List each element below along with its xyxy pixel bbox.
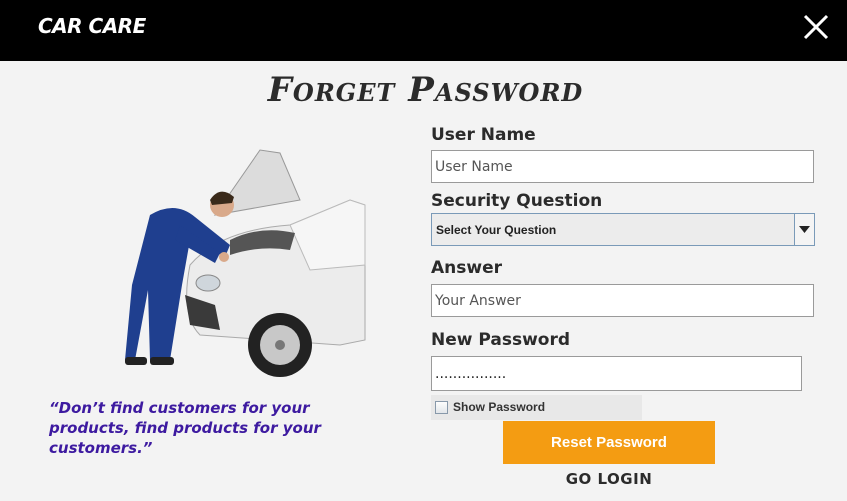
username-label: User Name <box>431 125 536 145</box>
security-question-select[interactable]: Select Your Question <box>431 213 815 246</box>
chevron-down-icon[interactable] <box>794 214 814 245</box>
security-question-label: Security Question <box>431 191 603 211</box>
show-password-label: Show Password <box>453 400 546 414</box>
motivational-quote: “Don’t find customers for your products,… <box>49 399 321 457</box>
show-password-toggle[interactable]: Show Password <box>431 395 642 420</box>
security-question-value: Select Your Question <box>436 223 557 237</box>
go-login-link[interactable]: GO LOGIN <box>503 470 715 488</box>
page-title: Forget Password <box>267 70 584 110</box>
close-icon[interactable] <box>800 11 832 43</box>
mechanic-car-illustration <box>120 145 370 380</box>
answer-input[interactable] <box>431 284 814 317</box>
reset-password-button[interactable]: Reset Password <box>503 421 715 464</box>
app-header: CAR CARE <box>0 0 847 61</box>
answer-label: Answer <box>431 258 502 278</box>
new-password-label: New Password <box>431 330 571 350</box>
username-input[interactable] <box>431 150 814 183</box>
app-brand: CAR CARE <box>38 14 146 38</box>
new-password-input[interactable] <box>431 356 802 391</box>
show-password-checkbox[interactable] <box>435 401 448 414</box>
